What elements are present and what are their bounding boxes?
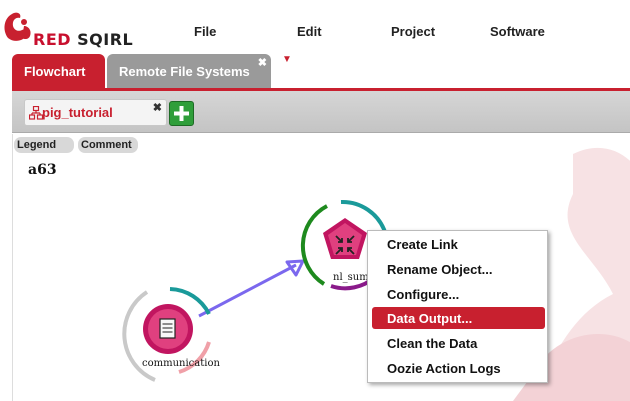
link-arrow[interactable] (198, 259, 305, 318)
menu-item-clean-the-data[interactable]: Clean the Data (372, 332, 545, 354)
workflow-icon (29, 106, 43, 120)
menu-item-label: Rename Object... (387, 261, 493, 277)
tab-flowchart[interactable]: Flowchart (12, 54, 105, 88)
app-header: RED SQIRL File Edit Project Software (0, 0, 630, 50)
node-label-nl-sum: nl_sum (333, 272, 369, 283)
logo-text-red: RED (33, 30, 72, 49)
workflow-tab-label: pig_tutorial (42, 105, 113, 120)
workflow-tab-bar: pig_tutorial ✖ (12, 91, 630, 133)
tabs-dropdown-icon[interactable]: ▼ (282, 54, 292, 65)
menu-project[interactable]: Project (391, 24, 435, 39)
menu-item-oozie-action-logs[interactable]: Oozie Action Logs (372, 357, 545, 379)
menu-item-label: Data Output... (387, 310, 473, 326)
close-icon[interactable]: ✖ (153, 101, 162, 114)
tab-flowchart-label: Flowchart (24, 63, 86, 79)
plus-icon (174, 106, 189, 121)
menu-item-data-output[interactable]: Data Output... (372, 307, 545, 329)
menu-item-label: Create Link (387, 236, 458, 252)
menu-item-label: Clean the Data (387, 335, 478, 351)
menu-item-rename-object[interactable]: Rename Object... (372, 258, 545, 280)
menu-item-configure[interactable]: Configure... (372, 283, 545, 305)
menu-item-create-link[interactable]: Create Link (372, 233, 545, 255)
squirrel-icon (4, 12, 31, 41)
menu-software[interactable]: Software (490, 24, 545, 39)
add-workflow-button[interactable] (169, 101, 194, 126)
tab-remote-file-systems[interactable]: Remote File Systems ✖ (107, 54, 271, 88)
menu-file[interactable]: File (194, 24, 216, 39)
tab-remote-label: Remote File Systems (119, 63, 250, 79)
redsqirl-logo[interactable]: RED SQIRL (2, 8, 152, 50)
menu-edit[interactable]: Edit (297, 24, 322, 39)
menu-item-label: Configure... (387, 286, 460, 302)
main-tabs: Flowchart Remote File Systems ✖ ▼ (0, 50, 630, 90)
node-label-communication: communication (142, 358, 220, 369)
workflow-tab-pig-tutorial[interactable]: pig_tutorial ✖ (24, 99, 167, 126)
logo-wordmark: RED SQIRL (33, 30, 133, 49)
logo-text-black: SQIRL (77, 30, 134, 49)
close-icon[interactable]: ✖ (258, 56, 267, 69)
menu-item-label: Oozie Action Logs (387, 360, 501, 376)
node-context-menu: Create Link Rename Object... Configure..… (367, 230, 548, 383)
